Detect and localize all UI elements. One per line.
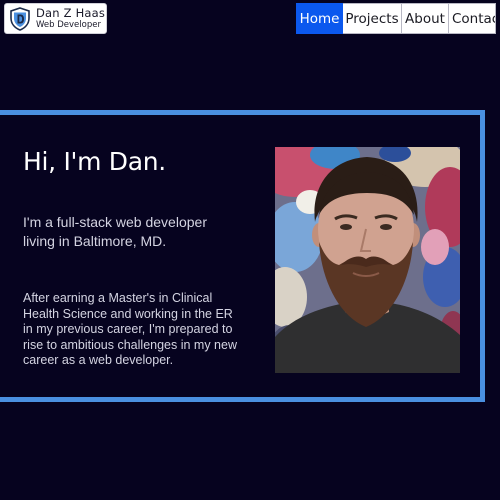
nav-about-link[interactable]: About bbox=[402, 3, 449, 34]
hero-bio: After earning a Master's in Clinical Hea… bbox=[23, 291, 237, 367]
shield-d-icon bbox=[10, 6, 30, 31]
logo-name: Dan Z Haas bbox=[36, 5, 106, 20]
portrait-illustration bbox=[275, 147, 460, 373]
logo-text: Dan Z Haas Web Developer bbox=[36, 5, 106, 30]
page: Dan Z Haas Web Developer Home Projects A… bbox=[0, 0, 500, 500]
nav-projects-link[interactable]: Projects bbox=[343, 3, 402, 34]
nav-contact-link[interactable]: Contact bbox=[449, 3, 496, 34]
hero-intro: I'm a full-stack web developer living in… bbox=[23, 214, 207, 249]
nav-home-link[interactable]: Home bbox=[296, 3, 343, 34]
hero-title: Hi, I'm Dan. bbox=[23, 147, 166, 176]
main-nav: Home Projects About Contact bbox=[296, 3, 496, 34]
hero-section: Hi, I'm Dan. I'm a full-stack web develo… bbox=[0, 110, 485, 402]
portrait-photo bbox=[275, 147, 460, 373]
logo-role: Web Developer bbox=[36, 20, 101, 30]
site-logo[interactable]: Dan Z Haas Web Developer bbox=[4, 3, 107, 34]
